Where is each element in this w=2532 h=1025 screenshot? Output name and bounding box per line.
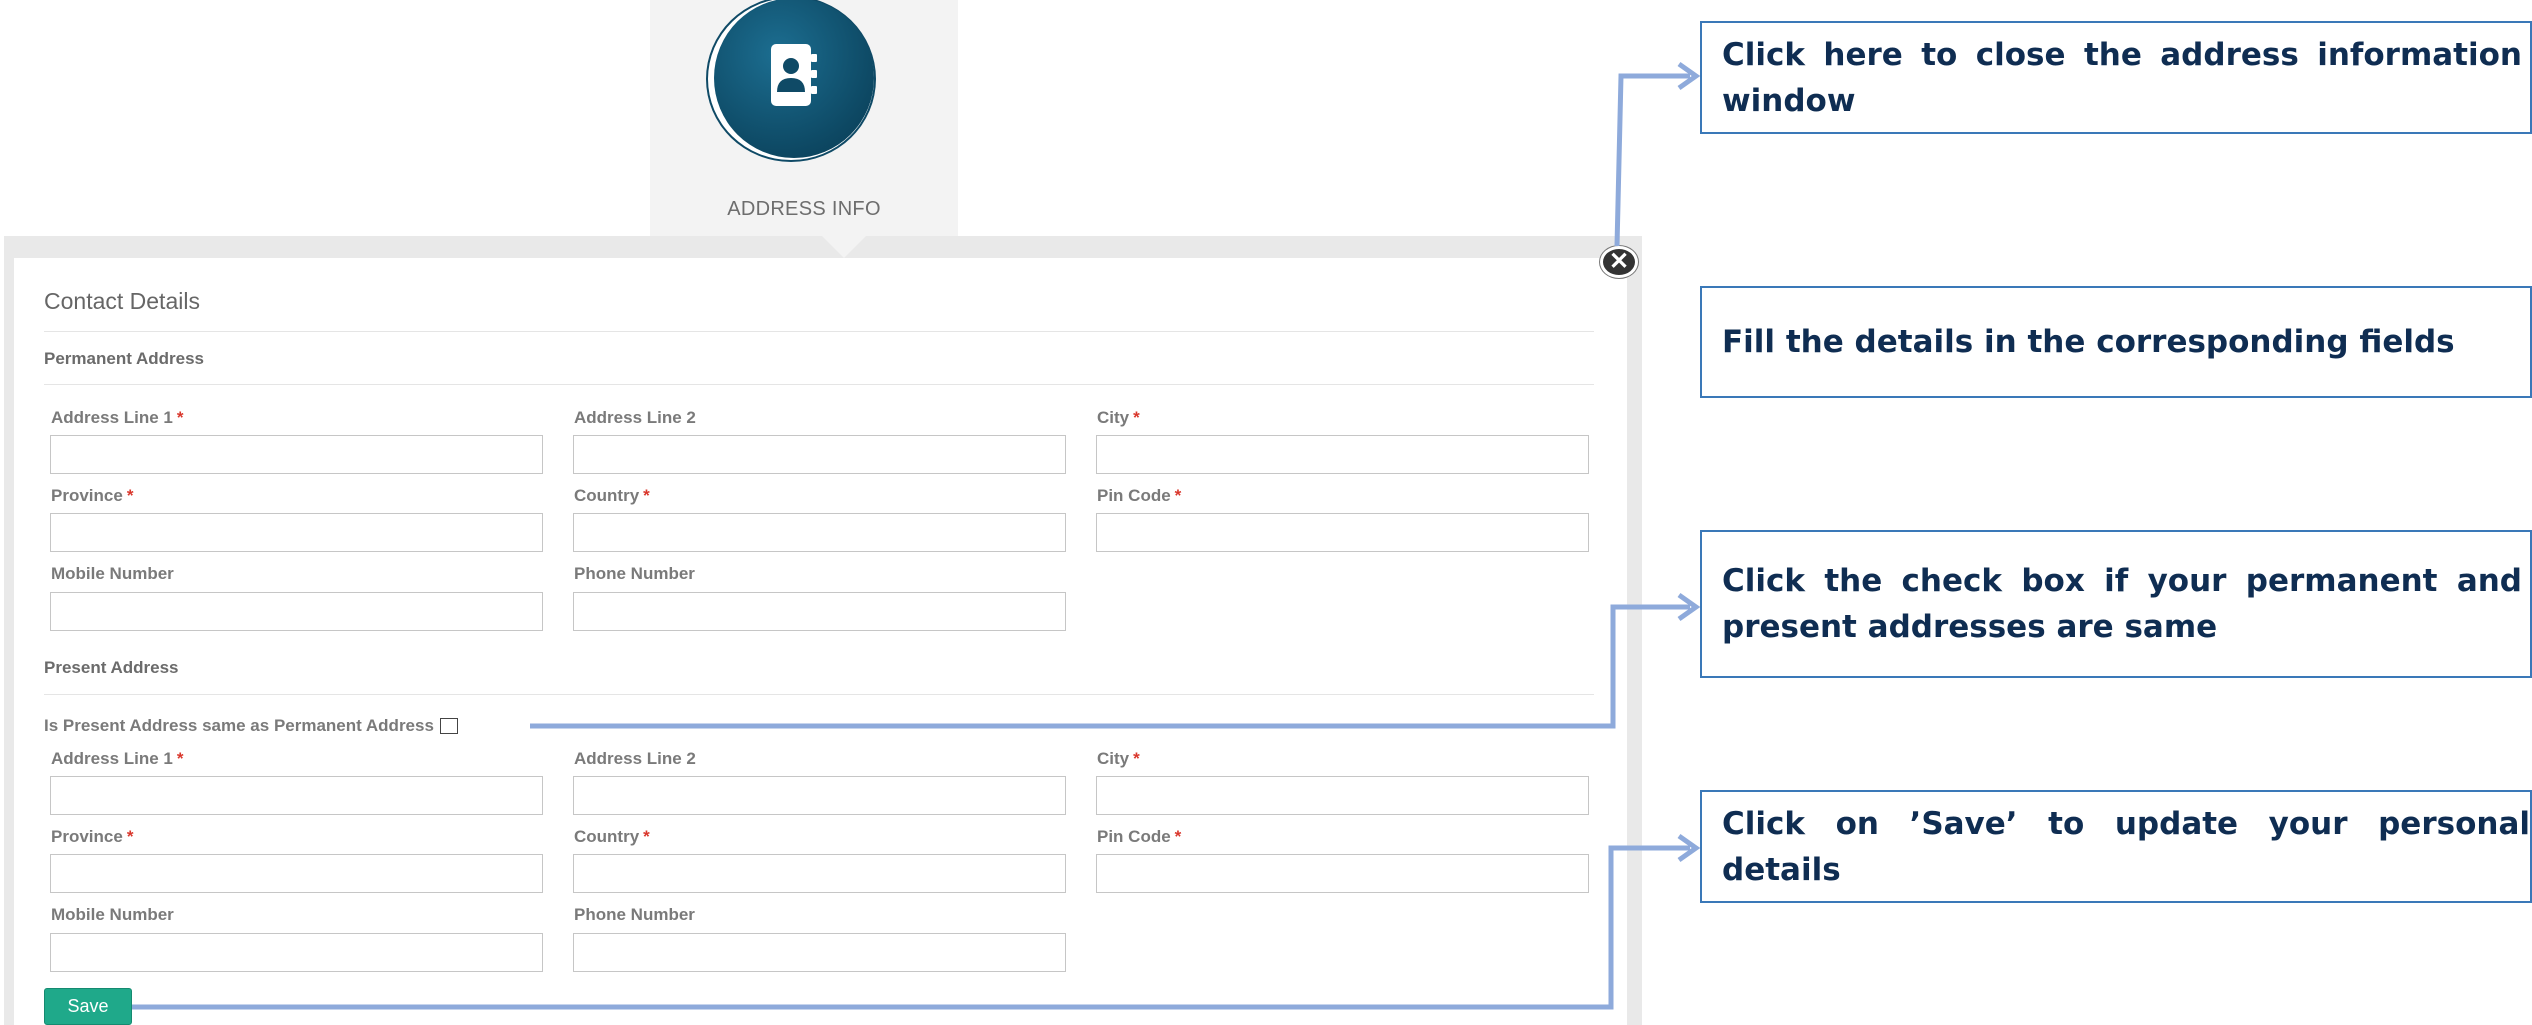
save-connector <box>132 845 1690 1010</box>
fill-callout: Fill the details in the corresponding fi… <box>1700 286 2532 398</box>
checkbox-callout: Click the check box if your permanent an… <box>1700 530 2532 678</box>
close-callout: Click here to close the address informat… <box>1700 21 2532 134</box>
checkbox-connector <box>530 604 1690 729</box>
save-callout: Click on ’Save’ to update your personal … <box>1700 790 2532 903</box>
close-connector <box>1614 73 1690 247</box>
